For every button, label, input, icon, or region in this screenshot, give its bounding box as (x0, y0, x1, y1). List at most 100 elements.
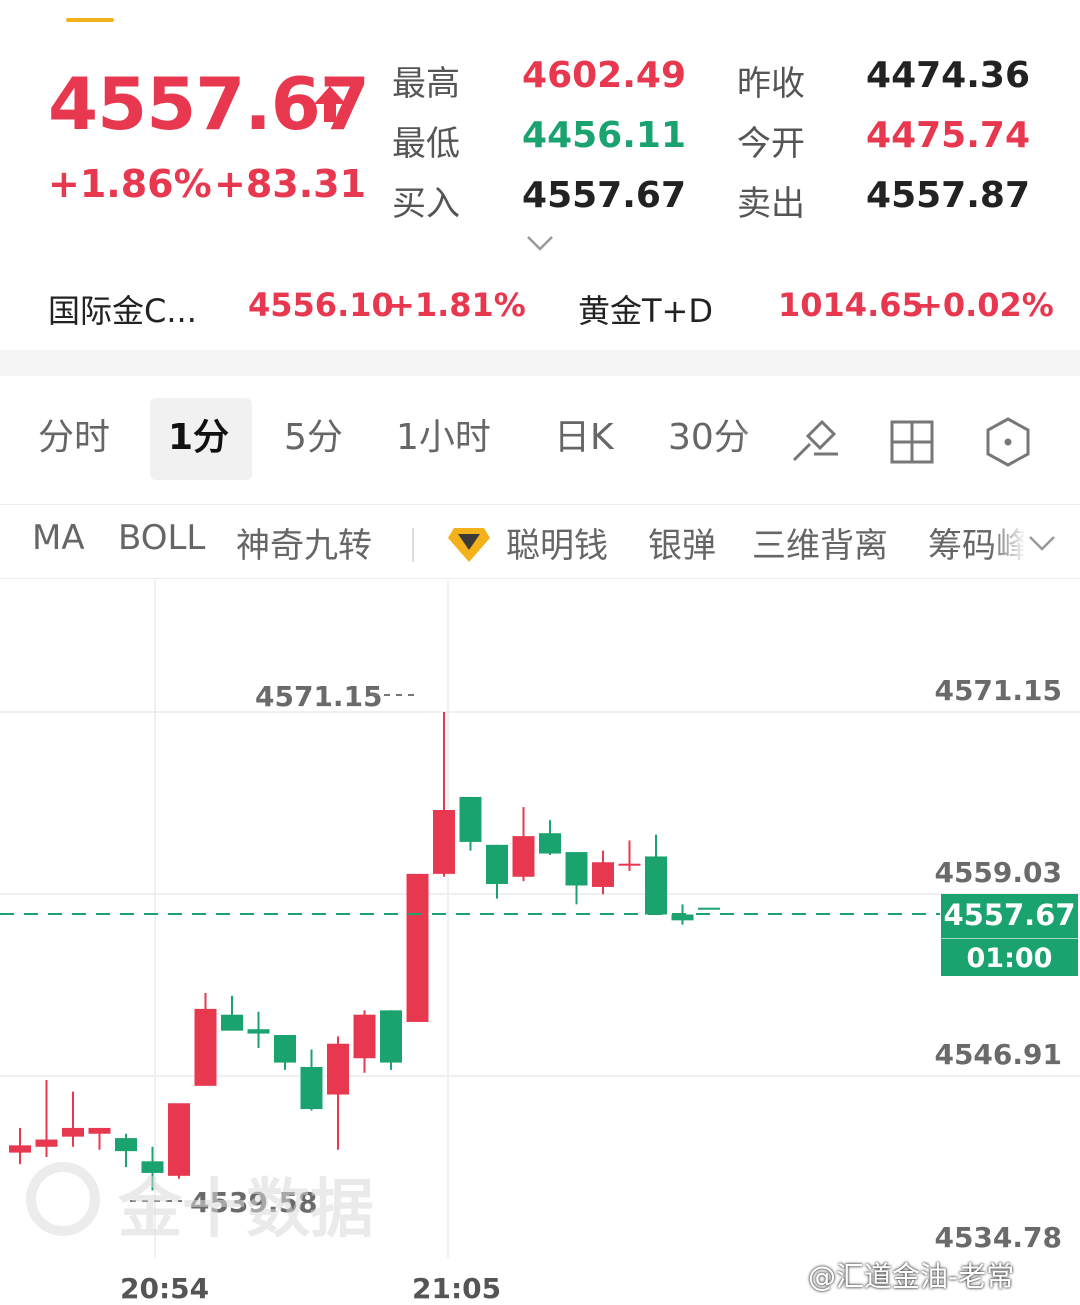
candle (565, 852, 588, 905)
candle (62, 1091, 84, 1147)
stat-bid-value: 4557.67 (522, 175, 686, 216)
candle (645, 834, 667, 915)
candle (618, 840, 641, 871)
stat-ask-label: 卖出 (737, 184, 805, 224)
stat-open-value: 4475.74 (866, 115, 1030, 156)
change-percent: +1.86% (48, 162, 212, 206)
tab-1min[interactable]: 1分 (168, 396, 229, 480)
draw-tool-icon[interactable] (788, 414, 842, 468)
x-axis-label: 20:54 (120, 1272, 210, 1305)
candle-body (35, 1139, 58, 1147)
source-credit: @汇道金油-老常 (808, 1260, 1015, 1293)
active-tab-indicator (66, 18, 114, 22)
stat-bid-label: 买入 (392, 184, 460, 224)
candle-body (194, 1008, 217, 1086)
candle (9, 1127, 31, 1165)
candle-body (274, 1035, 296, 1063)
candle-body (380, 1010, 402, 1063)
candle-body (486, 844, 508, 885)
tab-1hour[interactable]: 1小时 (396, 396, 491, 480)
candle (433, 712, 455, 877)
indicator-silver-bullet[interactable]: 银弹 (648, 518, 716, 567)
candle-body (247, 1029, 270, 1034)
candle (459, 796, 482, 851)
candle (274, 1035, 296, 1070)
candle (35, 1080, 58, 1157)
ticker-name-1[interactable]: 国际金C... (48, 286, 197, 332)
divider (0, 578, 1080, 579)
more-indicators-chevron-icon[interactable] (1026, 532, 1058, 554)
candle (380, 1010, 402, 1070)
candle (221, 995, 243, 1031)
stat-high-value: 4602.49 (522, 55, 686, 96)
settings-hexagon-icon[interactable] (984, 416, 1032, 468)
candle-body (300, 1066, 323, 1110)
candle (300, 1049, 323, 1111)
stat-ask-value: 4557.87 (866, 175, 1030, 216)
ticker-name-2[interactable]: 黄金T+D (578, 286, 713, 332)
candle-body (62, 1127, 84, 1137)
candle-body (9, 1145, 31, 1153)
candle-countdown: 01:00 (941, 938, 1078, 974)
candle (486, 844, 508, 899)
candle (406, 873, 429, 1022)
indicator-boll[interactable]: BOLL (118, 518, 205, 558)
stat-prev-close-value: 4474.36 (866, 55, 1030, 96)
stat-low-label: 最低 (392, 124, 460, 164)
expand-chevron-icon[interactable] (524, 232, 556, 254)
stat-prev-close-label: 昨收 (737, 64, 805, 104)
indicator-fade (990, 516, 1026, 566)
candle (539, 820, 561, 855)
related-tickers: 国际金C... 4556.10 +1.81% 黄金T+D 1014.65 +0.… (0, 272, 1080, 344)
candle-body (645, 856, 667, 915)
candle (512, 807, 535, 882)
indicator-smart-money[interactable]: 聪明钱 (506, 518, 608, 567)
indicator-ma[interactable]: MA (32, 518, 85, 558)
stat-open-label: 今开 (737, 124, 805, 164)
candle-body (565, 852, 588, 886)
y-axis-label: 4534.78 (934, 1221, 1062, 1254)
ticker-change-2: +0.02% (916, 286, 1054, 324)
candle-body (618, 863, 641, 866)
candle-body (353, 1014, 376, 1059)
candle (247, 1011, 270, 1049)
change-amount: +83.31 (214, 162, 367, 206)
candle-body (512, 836, 535, 877)
candle-body (592, 862, 614, 887)
candle (592, 850, 614, 895)
tab-fade (740, 396, 770, 480)
tab-5min[interactable]: 5分 (284, 396, 343, 480)
watermark-text: 金十数据 (118, 1173, 374, 1247)
candle (353, 1010, 376, 1073)
candle-body (406, 873, 429, 1022)
watermark-logo-icon (26, 1162, 100, 1236)
candle-body (698, 907, 720, 910)
chart-grid (0, 580, 1080, 1258)
timeframe-bar: 分时 1分 5分 1小时 日K 30分 (0, 376, 1080, 504)
ticker-change-1: +1.81% (388, 286, 526, 324)
stat-low-value: 4456.11 (522, 115, 686, 156)
candle-body (433, 809, 455, 874)
section-divider (0, 350, 1080, 376)
candles-group (9, 712, 720, 1191)
candle (194, 992, 217, 1086)
candle (88, 1127, 111, 1150)
candle (698, 907, 720, 910)
stat-high-label: 最高 (392, 64, 460, 104)
divider (0, 504, 1080, 505)
premium-diamond-icon (448, 528, 490, 562)
indicator-3d-divergence[interactable]: 三维背离 (752, 518, 888, 567)
candle (327, 1036, 349, 1150)
candle-body (671, 914, 694, 921)
candle-body (115, 1138, 137, 1152)
tab-30min[interactable]: 30分 (668, 396, 750, 480)
candle-body (221, 1014, 243, 1031)
tab-timeshare[interactable]: 分时 (38, 396, 110, 480)
tab-daily-k[interactable]: 日K (554, 396, 614, 480)
indicator-bar: MA BOLL 神奇九转 聪明钱 银弹 三维背离 筹码峰 (0, 506, 1080, 582)
ticker-price-2: 1014.65 (778, 286, 924, 324)
up-arrow-icon (314, 86, 346, 122)
layout-grid-icon[interactable] (888, 418, 936, 466)
indicator-td-sequential[interactable]: 神奇九转 (236, 518, 372, 567)
candle-body (88, 1127, 111, 1134)
